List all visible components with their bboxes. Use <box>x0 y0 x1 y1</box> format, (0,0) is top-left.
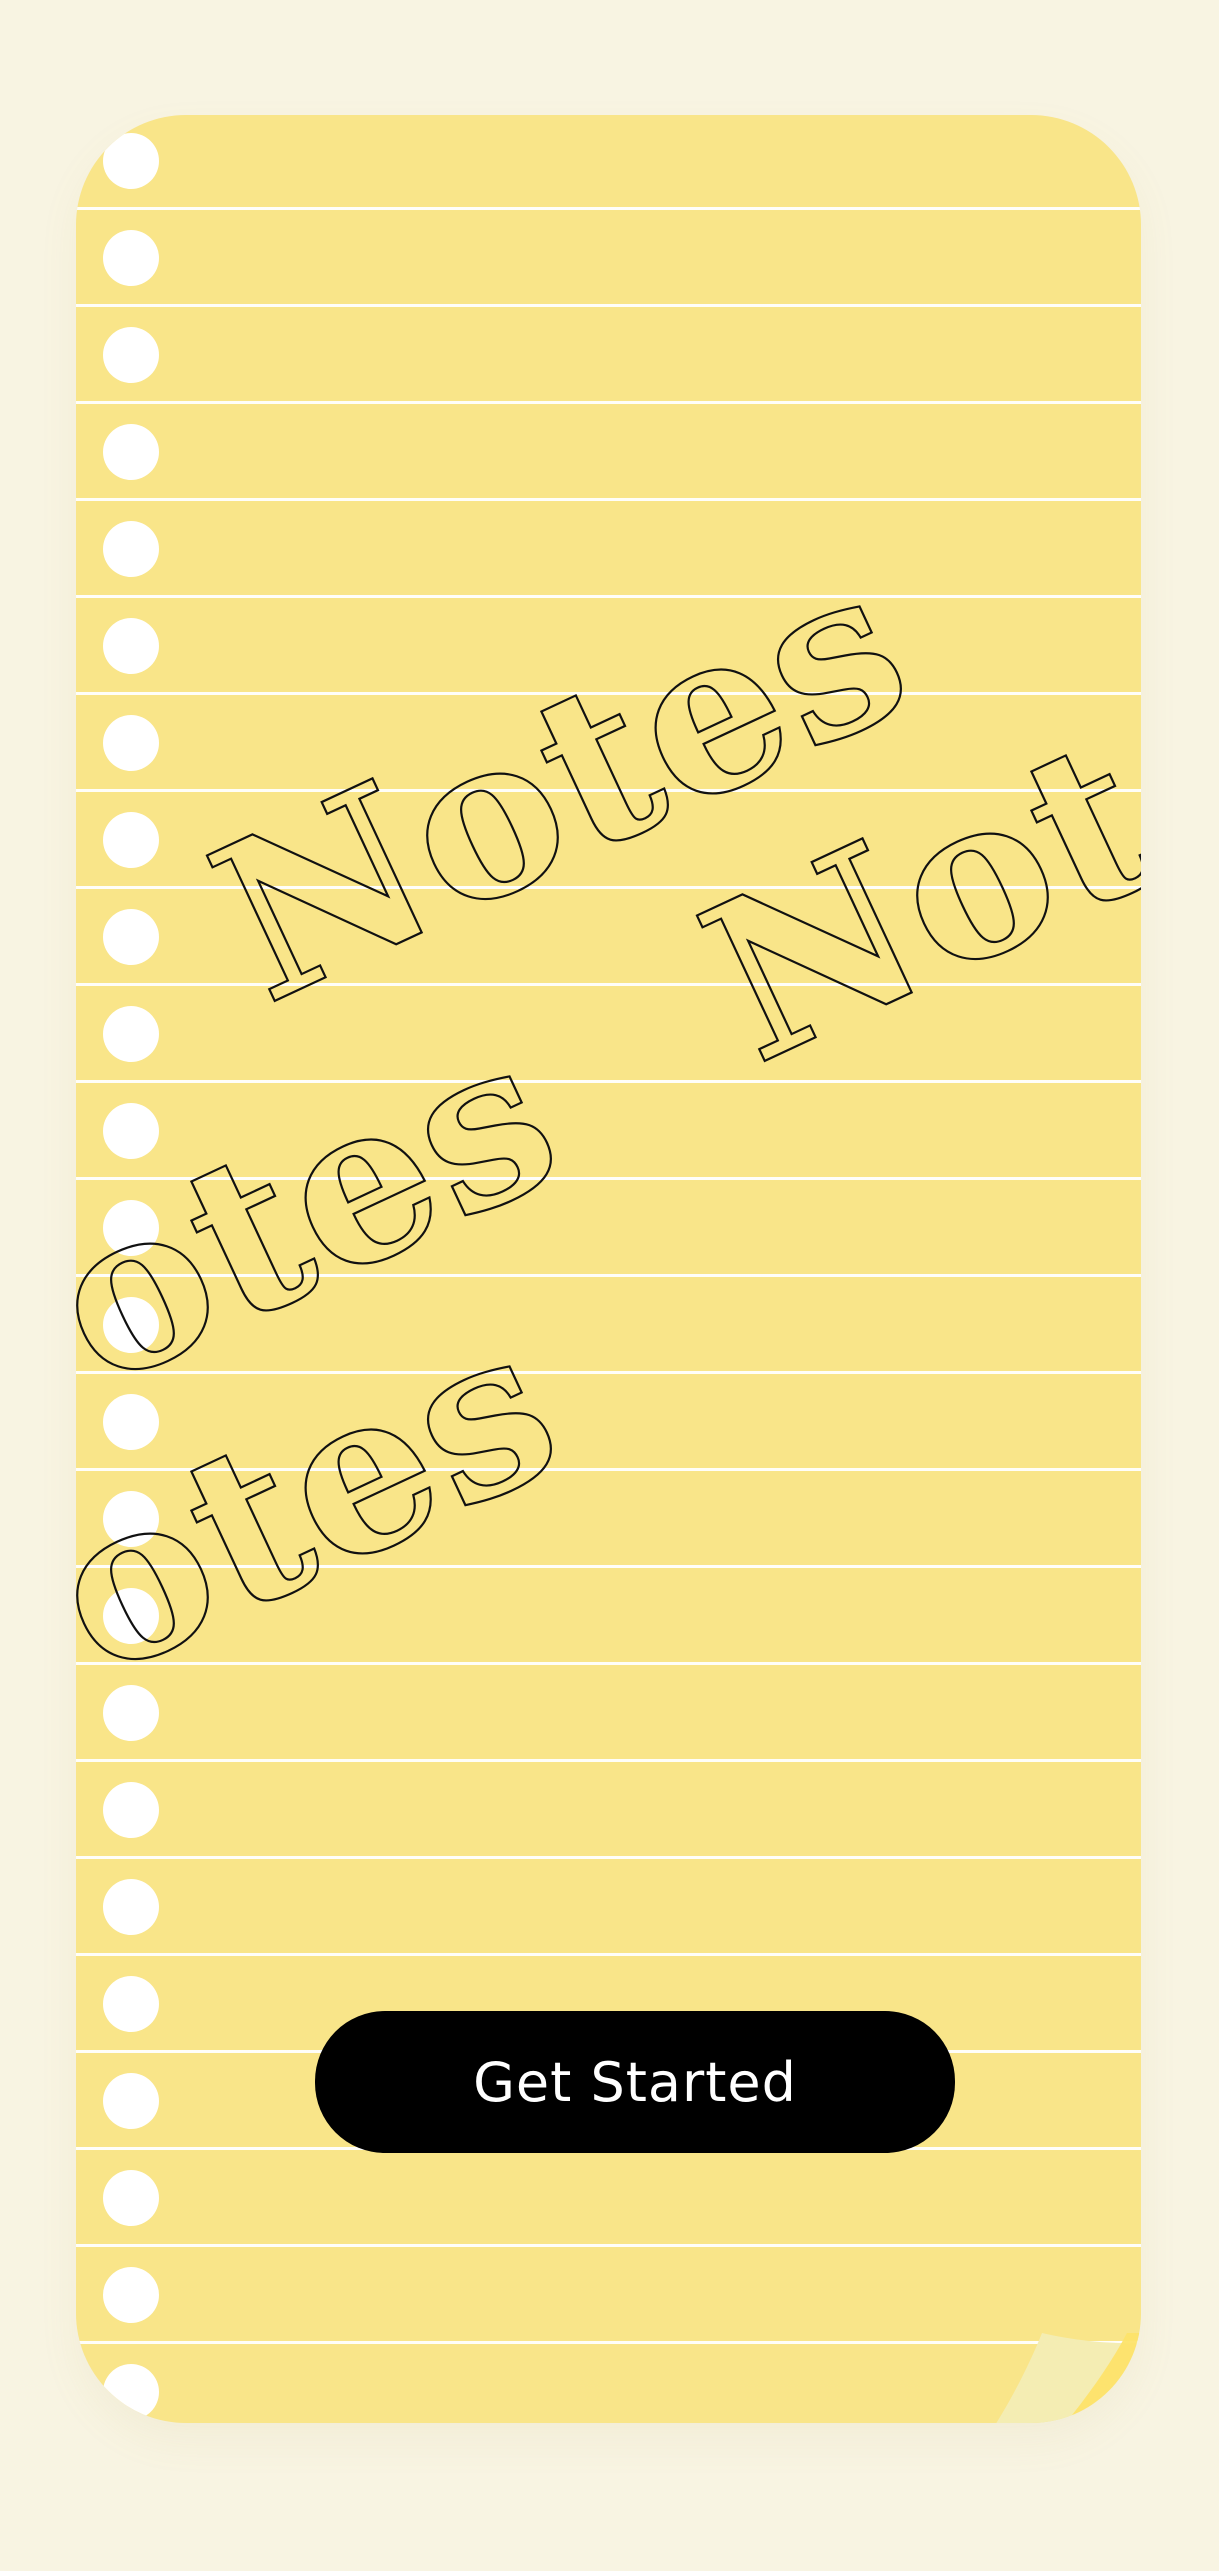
welcome-screen: Notes Notes Notes Notes Get Started <box>0 0 1219 2571</box>
binder-hole <box>103 2073 159 2129</box>
binder-hole <box>103 618 159 674</box>
binder-hole <box>103 1103 159 1159</box>
page-curl-icon <box>996 2333 1141 2423</box>
binder-hole <box>103 1394 159 1450</box>
binder-hole <box>103 230 159 286</box>
binder-hole <box>103 909 159 965</box>
binder-hole <box>103 327 159 383</box>
notes-watermark-word: Notes <box>179 512 944 1052</box>
binder-hole <box>103 424 159 480</box>
binder-hole <box>103 1588 159 1644</box>
binder-hole <box>103 2267 159 2323</box>
binder-hole <box>103 1976 159 2032</box>
binder-hole <box>103 1297 159 1353</box>
binder-hole <box>103 2170 159 2226</box>
binder-hole <box>103 1782 159 1838</box>
binder-hole <box>103 812 159 868</box>
binder-hole <box>103 1006 159 1062</box>
binder-holes <box>103 133 159 2423</box>
notes-watermark-word: Notes <box>669 572 1141 1112</box>
get-started-button[interactable]: Get Started <box>315 2011 955 2153</box>
binder-hole <box>103 715 159 771</box>
binder-hole <box>103 1685 159 1741</box>
binder-hole <box>103 1879 159 1935</box>
binder-hole <box>103 521 159 577</box>
binder-hole <box>103 1491 159 1547</box>
binder-hole <box>103 2364 159 2420</box>
binder-hole <box>103 133 159 189</box>
binder-hole <box>103 1200 159 1256</box>
